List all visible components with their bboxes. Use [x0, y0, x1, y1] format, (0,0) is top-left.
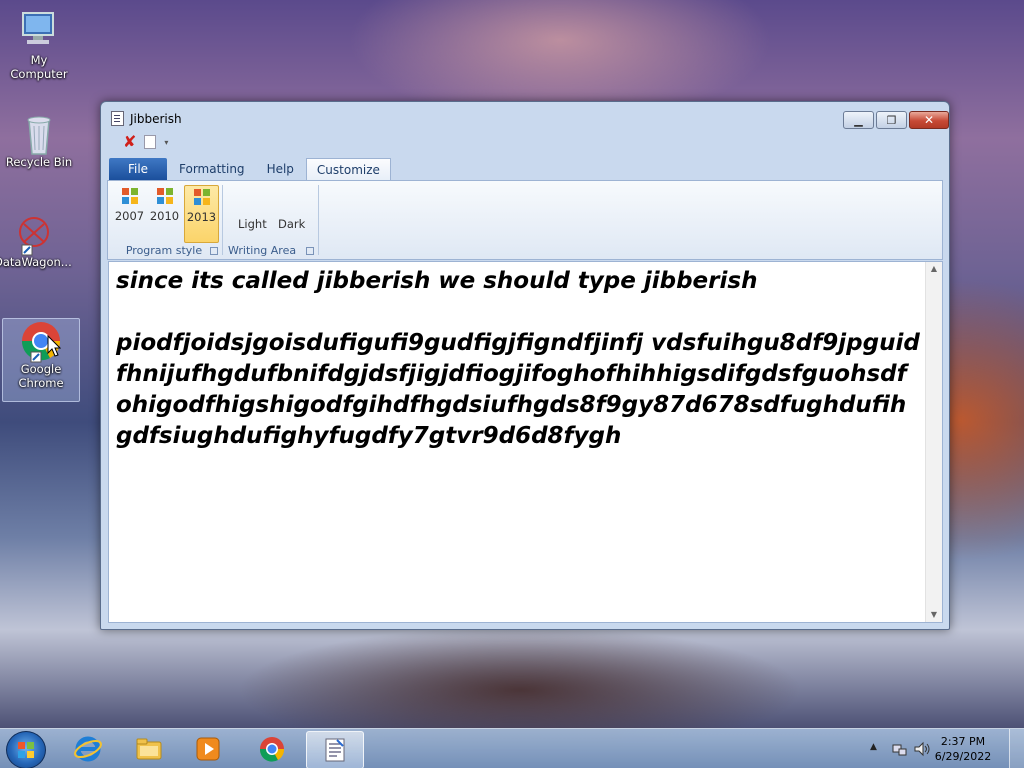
- taskbar-item-internet-explorer[interactable]: [60, 731, 116, 767]
- computer-icon: [17, 10, 61, 50]
- ribbon-group-program-style: 2007 2010 2013 Program style: [108, 181, 220, 259]
- ribbon-group-divider: [318, 185, 319, 255]
- style-2010-button[interactable]: 2010: [148, 185, 181, 241]
- media-player-icon: [196, 737, 220, 761]
- document-text[interactable]: since its called jibberish we should typ…: [116, 266, 922, 452]
- office-logo-icon: [156, 188, 173, 204]
- datawagon-icon: [10, 212, 54, 256]
- desktop-icon-my-computer[interactable]: My Computer: [1, 10, 77, 81]
- show-hidden-icons-button[interactable]: ▲: [870, 742, 877, 752]
- tab-file[interactable]: File: [109, 158, 167, 180]
- desktop-icon-label: Recycle Bin: [5, 155, 73, 169]
- desktop-icon-recycle-bin[interactable]: Recycle Bin: [1, 112, 77, 169]
- ribbon-group-writing-area: Light Dark Writing Area: [224, 181, 316, 259]
- maximize-icon: ❐: [886, 113, 897, 127]
- taskbar-item-google-chrome[interactable]: [244, 731, 300, 767]
- dark-theme-button[interactable]: Dark: [278, 217, 305, 231]
- style-2007-label: 2007: [114, 209, 145, 223]
- maximize-button[interactable]: ❐: [876, 111, 907, 129]
- app-document-icon: [111, 111, 124, 126]
- writing-area-launcher-icon[interactable]: [306, 247, 314, 255]
- windows-logo-icon: [18, 742, 34, 758]
- internet-explorer-icon: [74, 736, 102, 762]
- desktop-icon-label: My Computer: [10, 53, 68, 81]
- mouse-cursor-icon: [47, 334, 62, 360]
- jibberish-app-icon: [325, 738, 345, 762]
- quick-access-toolbar: ✘ ▾: [123, 132, 168, 152]
- folder-icon: [136, 738, 162, 760]
- window-title: Jibberish: [130, 112, 182, 126]
- chrome-icon: [259, 737, 285, 762]
- system-clock[interactable]: 2:37 PM 6/29/2022: [928, 734, 998, 764]
- style-2010-label: 2010: [149, 209, 180, 223]
- ribbon-tabs: File Formatting Help Customize: [109, 158, 393, 181]
- minimize-button[interactable]: ▁: [843, 111, 874, 129]
- style-2013-button[interactable]: 2013: [184, 185, 219, 243]
- program-style-group-label: Program style: [125, 244, 203, 257]
- window-titlebar[interactable]: Jibberish ▁ ❐ ✕: [101, 102, 949, 129]
- desktop-icon-label: DataWagon...: [0, 255, 72, 269]
- taskbar: ▲ 2:37 PM 6/29/2022: [0, 728, 1024, 768]
- program-style-launcher-icon[interactable]: [210, 247, 218, 255]
- show-desktop-button[interactable]: [1009, 729, 1024, 768]
- close-icon: ✕: [923, 113, 935, 127]
- desktop-icon-google-chrome[interactable]: Google Chrome: [2, 318, 80, 402]
- tab-formatting[interactable]: Formatting: [169, 158, 255, 180]
- style-2007-button[interactable]: 2007: [113, 185, 146, 241]
- qat-new-document-icon[interactable]: [144, 135, 157, 149]
- desktop-icon-datawagon[interactable]: DataWagon...: [0, 212, 72, 269]
- minimize-icon: ▁: [854, 113, 863, 127]
- close-button[interactable]: ✕: [909, 111, 949, 129]
- writing-area-group-label: Writing Area: [228, 244, 297, 257]
- start-button[interactable]: [6, 731, 46, 768]
- taskbar-item-media-player[interactable]: [180, 731, 236, 767]
- qat-customize-dropdown-icon[interactable]: ▾: [164, 138, 168, 147]
- ribbon-panel: 2007 2010 2013 Program style Light Dark …: [107, 180, 943, 260]
- tab-help[interactable]: Help: [257, 158, 304, 180]
- desktop-icon-label: Google Chrome: [18, 362, 64, 390]
- clock-date: 6/29/2022: [934, 750, 992, 763]
- ribbon-group-divider: [222, 185, 223, 255]
- network-icon[interactable]: [891, 741, 907, 760]
- light-theme-button[interactable]: Light: [238, 217, 267, 231]
- recycle-bin-icon: [17, 112, 61, 155]
- scroll-up-arrow-icon[interactable]: ▲: [926, 262, 942, 276]
- qat-close-document-icon[interactable]: ✘: [123, 134, 136, 150]
- taskbar-item-file-explorer[interactable]: [121, 731, 177, 767]
- office-logo-icon: [121, 188, 138, 204]
- tab-customize[interactable]: Customize: [305, 158, 391, 181]
- clock-time: 2:37 PM: [940, 735, 986, 748]
- office-logo-icon: [193, 189, 210, 205]
- jibberish-window: Jibberish ▁ ❐ ✕ ✘ ▾ File Formatting Help…: [100, 101, 950, 630]
- document-editor[interactable]: since its called jibberish we should typ…: [108, 261, 943, 623]
- style-2013-label: 2013: [186, 210, 217, 224]
- vertical-scrollbar[interactable]: ▲ ▼: [925, 262, 942, 622]
- scroll-down-arrow-icon[interactable]: ▼: [926, 608, 942, 622]
- taskbar-item-jibberish[interactable]: [306, 731, 364, 768]
